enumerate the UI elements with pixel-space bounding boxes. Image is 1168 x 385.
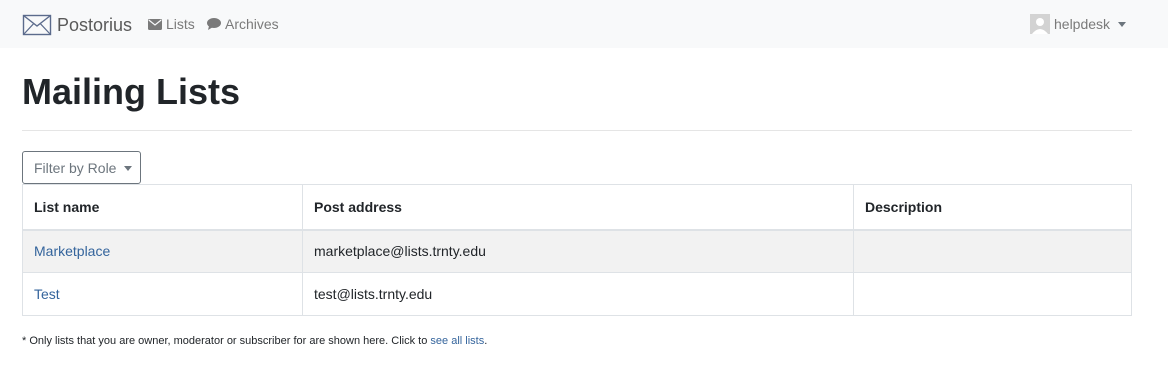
footnote-end: . bbox=[484, 335, 488, 347]
caret-down-icon bbox=[1118, 22, 1127, 27]
table-row: Marketplace marketplace@lists.trnty.edu bbox=[22, 229, 1132, 273]
description-cell bbox=[853, 272, 1132, 316]
post-address-cell: marketplace@lists.trnty.edu bbox=[302, 229, 854, 273]
table-header-row: List name Post address Description bbox=[22, 184, 1132, 231]
brand-link[interactable]: Postorius bbox=[22, 11, 132, 39]
caret-down-icon bbox=[124, 165, 133, 171]
mailing-lists-table: List name Post address Description Marke… bbox=[22, 184, 1132, 316]
mail-logo-icon bbox=[22, 14, 52, 36]
column-header-description: Description bbox=[853, 184, 1132, 231]
table-row: Test test@lists.trnty.edu bbox=[22, 272, 1132, 316]
description-cell bbox=[853, 229, 1132, 273]
column-header-post-address: Post address bbox=[302, 184, 854, 231]
filter-by-role-button[interactable]: Filter by Role bbox=[22, 151, 141, 184]
nav-archives-label: Archives bbox=[225, 16, 279, 32]
navbar: Postorius Lists Archives helpdesk bbox=[0, 0, 1168, 48]
post-address-cell: test@lists.trnty.edu bbox=[302, 272, 854, 316]
user-menu-dropdown[interactable]: helpdesk bbox=[1030, 13, 1127, 35]
column-header-list-name: List name bbox=[22, 184, 303, 231]
list-link-test[interactable]: Test bbox=[34, 286, 60, 302]
filter-by-role-label: Filter by Role bbox=[34, 159, 117, 176]
brand-name: Postorius bbox=[57, 14, 133, 35]
nav-lists-link[interactable]: Lists bbox=[148, 15, 195, 33]
envelope-icon bbox=[148, 18, 162, 30]
list-link-marketplace[interactable]: Marketplace bbox=[34, 243, 110, 259]
avatar bbox=[1030, 14, 1050, 34]
username: helpdesk bbox=[1054, 16, 1111, 32]
footnote: * Only lists that you are owner, moderat… bbox=[22, 335, 487, 348]
list-name-cell: Marketplace bbox=[22, 229, 303, 273]
nav-archives-link[interactable]: Archives bbox=[207, 15, 279, 33]
footnote-text: * Only lists that you are owner, moderat… bbox=[22, 335, 431, 347]
nav-lists-label: Lists bbox=[166, 16, 195, 32]
list-name-cell: Test bbox=[22, 272, 303, 316]
comment-icon bbox=[207, 18, 221, 30]
see-all-lists-link[interactable]: see all lists bbox=[430, 335, 484, 347]
page-title: Mailing Lists bbox=[22, 71, 241, 112]
title-divider bbox=[22, 130, 1132, 131]
